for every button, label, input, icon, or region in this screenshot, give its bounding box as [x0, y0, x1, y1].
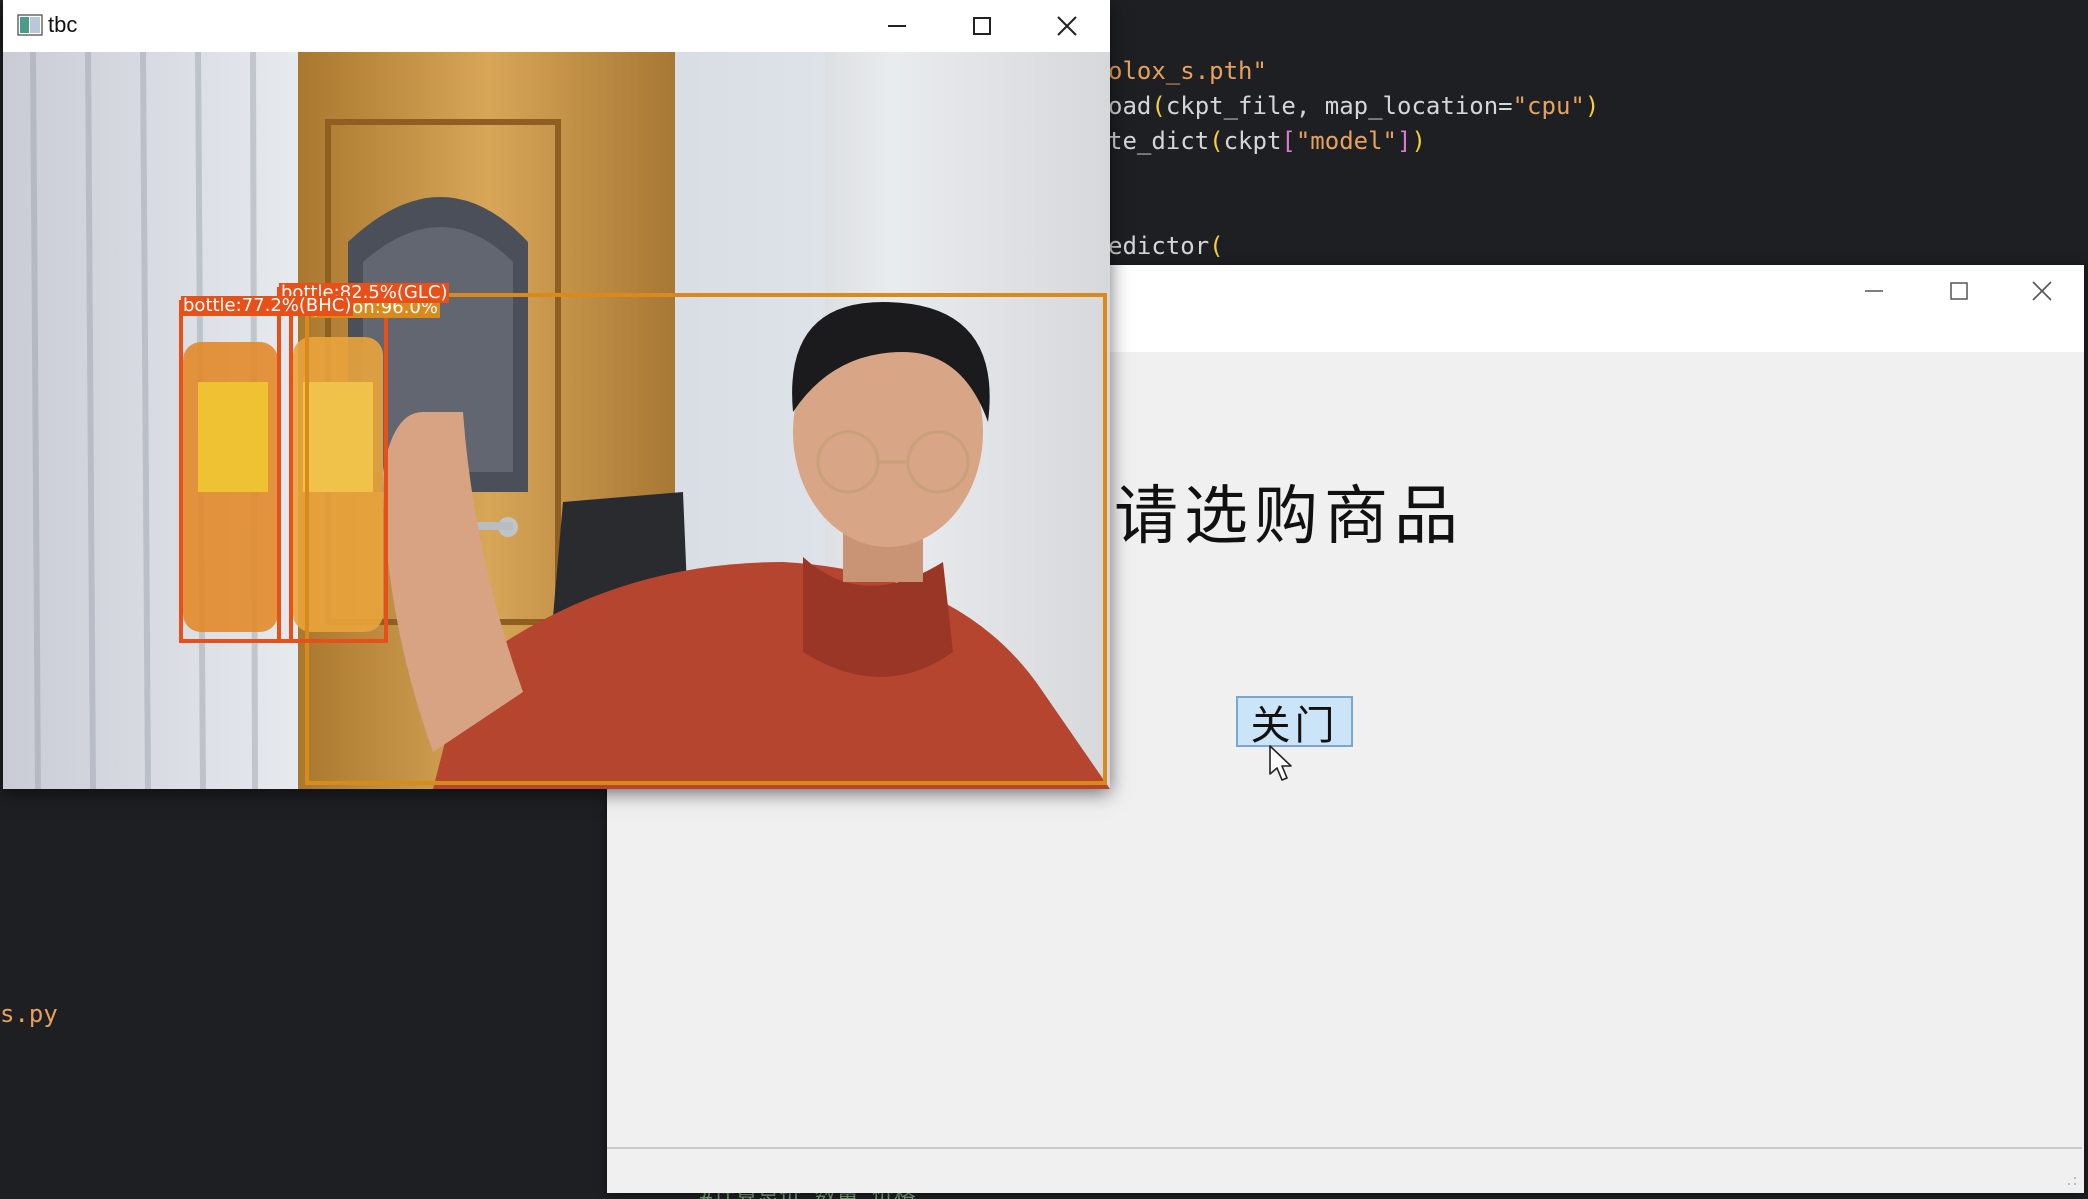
code-line: te_dict(ckpt["model"])	[1108, 127, 1426, 155]
maximize-icon	[973, 17, 991, 35]
image-app-icon	[17, 14, 43, 36]
minimize-icon	[1865, 290, 1883, 292]
close-door-button[interactable]: 关门	[1236, 696, 1353, 749]
minimize-button[interactable]	[855, 0, 939, 52]
close-window-button[interactable]	[2000, 265, 2084, 317]
code-text: oad	[1108, 92, 1152, 120]
close-icon	[1057, 16, 1077, 36]
close-icon	[2032, 281, 2052, 301]
minimize-button[interactable]	[1832, 265, 1916, 317]
camera-titlebar: tbc	[3, 0, 1110, 52]
code-paren: (	[1209, 127, 1224, 155]
code-text: edictor	[1108, 232, 1210, 260]
code-line: olox_s.pth"	[1108, 57, 1267, 85]
code-paren: )	[1584, 92, 1600, 120]
file-name-label[interactable]: s.py	[0, 1000, 58, 1028]
resize-grip-icon[interactable]	[2066, 1175, 2078, 1187]
code-bracket: ]	[1397, 127, 1412, 155]
code-text: ckpt_file, map_location=	[1165, 92, 1513, 120]
code-text: ckpt	[1223, 127, 1282, 155]
code-paren: )	[1411, 127, 1426, 155]
close-window-button[interactable]	[1025, 0, 1109, 52]
code-line: oad(ckpt_file, map_location="cpu")	[1108, 92, 1599, 120]
window-title: tbc	[48, 12, 78, 37]
mouse-cursor-icon	[1269, 745, 1292, 781]
code-string: "model"	[1295, 127, 1398, 155]
code-paren: (	[1151, 92, 1166, 120]
maximize-button[interactable]	[1917, 265, 2001, 317]
maximize-icon	[1950, 282, 1968, 300]
code-string: olox_s.pth"	[1108, 57, 1267, 85]
camera-feed: person:96.0% bottle:82.5%(GLC) bottle:77…	[3, 52, 1110, 789]
camera-frame-image	[3, 52, 1110, 789]
code-text: te_dict	[1108, 127, 1210, 155]
code-line: edictor(	[1108, 232, 1224, 260]
page-title: 请选购商品	[1114, 480, 1464, 554]
detection-label: bottle:77.2%(BHC)	[181, 295, 354, 316]
camera-window: tbc person:96.0% bottle:82.5%(GLC) bottl…	[3, 0, 1110, 789]
code-paren: (	[1209, 232, 1224, 260]
code-bracket: [	[1281, 127, 1296, 155]
maximize-button[interactable]	[940, 0, 1024, 52]
minimize-icon	[888, 25, 906, 27]
code-string: "cpu"	[1512, 92, 1585, 120]
